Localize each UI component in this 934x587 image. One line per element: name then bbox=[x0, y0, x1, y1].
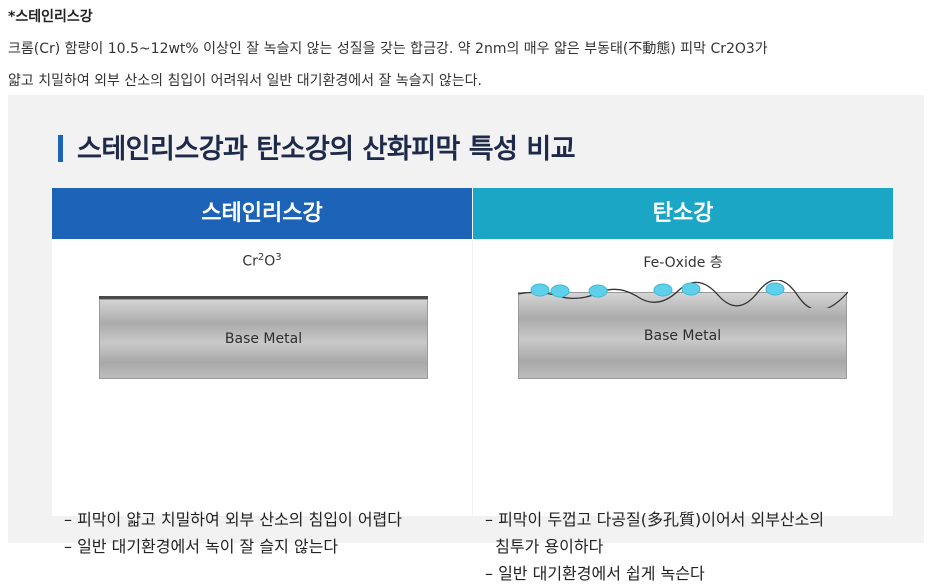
carbon-bullet-1-cont: 침투가 용이하다 bbox=[485, 537, 604, 556]
oxide-bubble bbox=[588, 284, 608, 298]
figure-title: 스테인리스강과 탄소강의 산화피막 특성 비교 bbox=[58, 132, 576, 168]
oxide-bubble bbox=[530, 283, 550, 297]
cr2o3-label: Cr2O3 bbox=[242, 252, 282, 270]
oxide-bubble bbox=[550, 284, 570, 298]
oxide-layer-illustration bbox=[518, 280, 848, 308]
description-line-2: 얇고 치밀하여 외부 산소의 침입이 어려워서 일반 대기환경에서 잘 녹슬지 … bbox=[8, 73, 482, 89]
carbon-steel-panel: 탄소강 Fe-Oxide 층 Base Metal – 피막이 두껍고 다공질(… bbox=[473, 188, 893, 583]
carbon-bullet-2: – 일반 대기환경에서 쉽게 녹슨다 bbox=[485, 564, 705, 583]
description-line-1: 크롬(Cr) 함량이 10.5~12wt% 이상인 잘 녹슬지 않는 성질을 갖… bbox=[8, 41, 768, 57]
stainless-bullet-1: – 피막이 얇고 치밀하여 외부 산소의 침입이 어렵다 bbox=[64, 510, 403, 529]
title-accent-bar bbox=[58, 135, 63, 162]
fe-oxide-label: Fe-Oxide 층 bbox=[643, 255, 723, 271]
stainless-header: 스테인리스강 bbox=[52, 188, 472, 239]
comparison-figure: 스테인리스강과 탄소강의 산화피막 특성 비교 스테인리스강 Cr2O3 Bas… bbox=[8, 95, 924, 583]
stainless-bullet-2: – 일반 대기환경에서 녹이 잘 슬지 않는다 bbox=[64, 537, 339, 556]
section-heading: *스테인리스강 bbox=[8, 9, 93, 25]
oxide-bubble bbox=[681, 282, 701, 296]
stainless-panel: 스테인리스강 Cr2O3 Base Metal – 피막이 얇고 치밀하여 외부… bbox=[52, 188, 472, 556]
figure-title-text: 스테인리스강과 탄소강의 산화피막 특성 비교 bbox=[77, 134, 576, 165]
carbon-bullets: – 피막이 두껍고 다공질(多孔質)이어서 외부산소의 침투가 용이하다 – 일… bbox=[485, 506, 824, 587]
stainless-base-metal: Base Metal bbox=[99, 299, 428, 379]
carbon-bullet-1: – 피막이 두껍고 다공질(多孔質)이어서 외부산소의 bbox=[485, 510, 825, 529]
oxide-bubble bbox=[765, 282, 785, 296]
oxide-bubble bbox=[653, 283, 673, 297]
carbon-steel-header: 탄소강 bbox=[473, 188, 893, 239]
base-metal-label: Base Metal bbox=[224, 331, 303, 347]
